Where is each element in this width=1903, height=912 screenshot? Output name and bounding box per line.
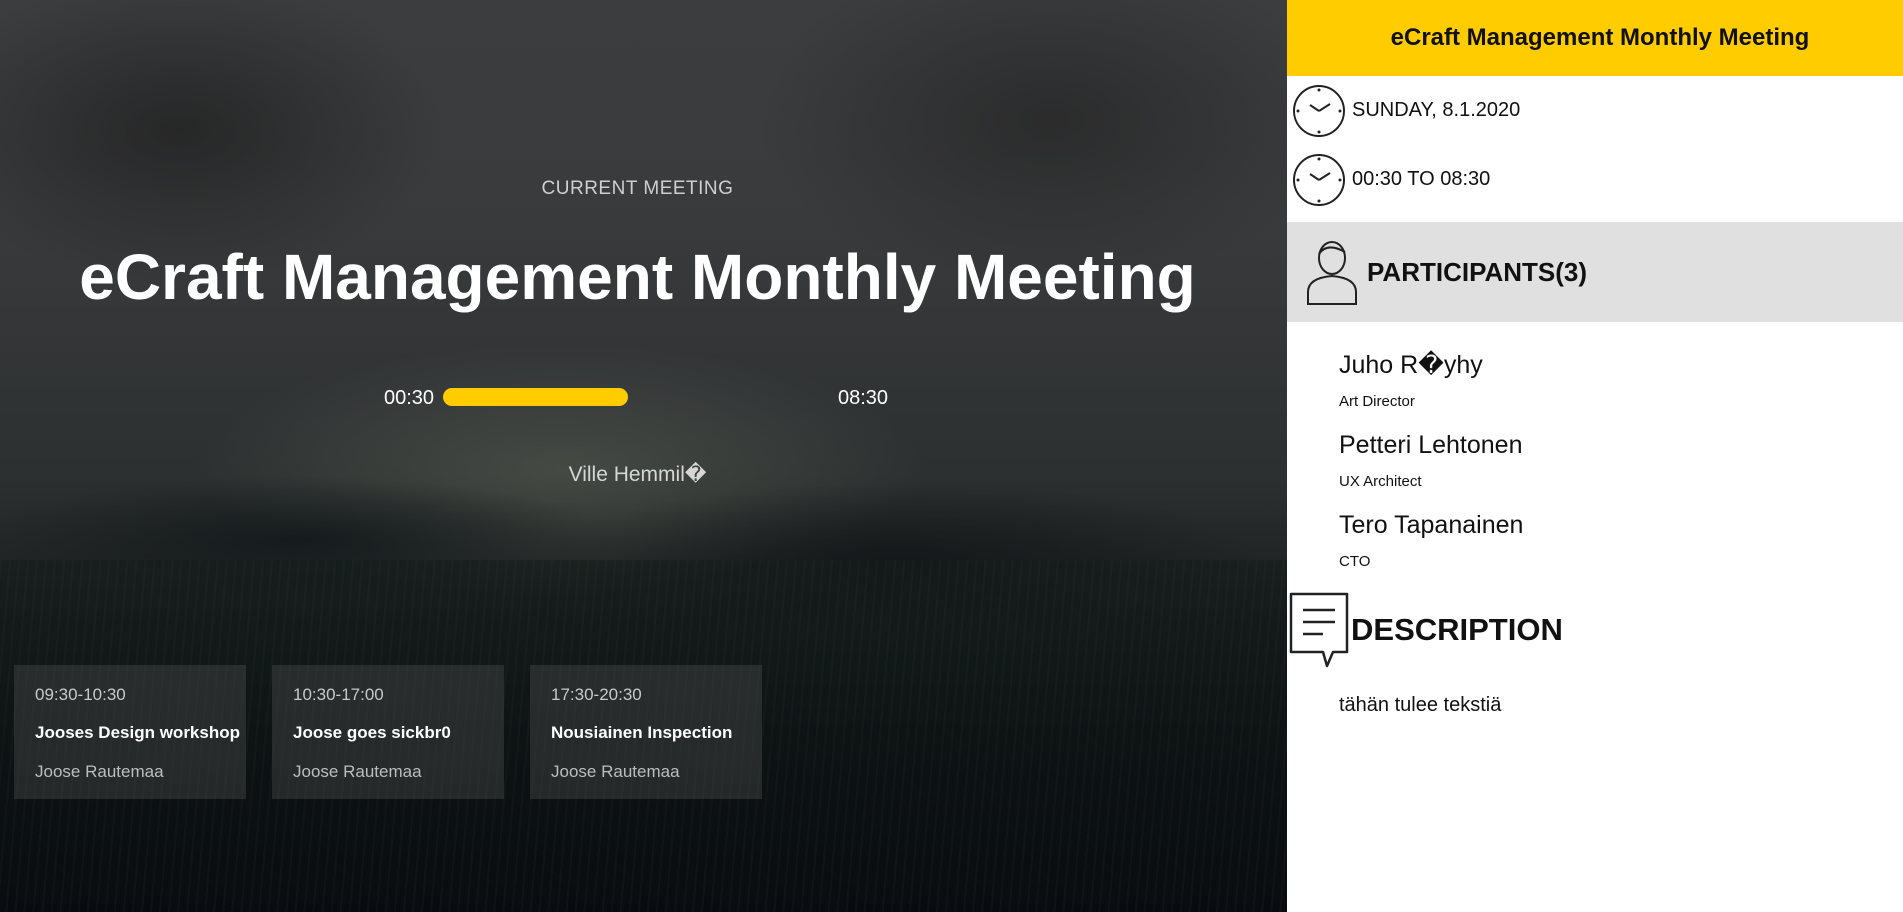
participant-name: Tero Tapanainen: [1339, 511, 1524, 539]
participants-list: Juho R�yhy Art Director Petteri Lehtonen…: [1287, 350, 1903, 570]
description-heading: DESCRIPTION: [1351, 612, 1563, 647]
participant-name: Juho R�yhy: [1339, 351, 1483, 379]
meeting-organizer: Ville Hemmil�: [568, 463, 707, 486]
upcoming-meeting-title: Jooses Design workshop: [35, 723, 240, 742]
meeting-date-row: SUNDAY, 8.1.2020: [1287, 76, 1903, 145]
description-text: tähän tulee tekstiä: [1339, 694, 1502, 716]
participants-header: PARTICIPANTS(3): [1287, 222, 1903, 322]
clock-icon: [1293, 84, 1345, 137]
meeting-end-time: 08:30: [838, 387, 889, 409]
participants-heading: PARTICIPANTS(3): [1367, 256, 1588, 287]
meeting-start-time: 00:30: [384, 387, 435, 409]
meeting-details-sidebar: eCraft Management Monthly Meeting SUNDAY…: [1287, 0, 1903, 912]
description-header: DESCRIPTION: [1287, 590, 1903, 670]
upcoming-meeting-owner: Joose Rautemaa: [551, 762, 680, 781]
upcoming-meeting-owner: Joose Rautemaa: [293, 762, 422, 781]
participant-item: Petteri Lehtonen UX Architect: [1339, 430, 1903, 490]
upcoming-meeting-card[interactable]: 10:30-17:00 Joose goes sickbr0 Joose Rau…: [272, 665, 504, 799]
meeting-progress-fill: [443, 388, 629, 406]
upcoming-meeting-card[interactable]: 09:30-10:30 Jooses Design workshop Joose…: [14, 665, 246, 799]
meeting-time-row: 00:30 TO 08:30: [1287, 145, 1903, 214]
upcoming-meeting-time: 09:30-10:30: [35, 685, 126, 704]
upcoming-meeting-title: Joose goes sickbr0: [293, 723, 451, 742]
sidebar-header: eCraft Management Monthly Meeting: [1287, 0, 1903, 76]
upcoming-meeting-time: 10:30-17:00: [293, 685, 384, 704]
meeting-progress-bar: [443, 388, 821, 406]
upcoming-meeting-time: 17:30-20:30: [551, 685, 642, 704]
upcoming-meeting-card[interactable]: 17:30-20:30 Nousiainen Inspection Joose …: [530, 665, 762, 799]
upcoming-meeting-owner: Joose Rautemaa: [35, 762, 164, 781]
participant-item: Juho R�yhy Art Director: [1339, 350, 1903, 410]
participant-role: CTO: [1339, 553, 1371, 570]
participant-role: UX Architect: [1339, 473, 1422, 490]
sidebar-meeting-title: eCraft Management Monthly Meeting: [1390, 24, 1810, 51]
current-meeting-panel: CURRENT MEETING eCraft Management Monthl…: [0, 0, 1287, 912]
participant-name: Petteri Lehtonen: [1339, 431, 1523, 459]
meeting-date: SUNDAY, 8.1.2020: [1352, 99, 1521, 121]
speech-bubble-icon: [1289, 592, 1349, 668]
meeting-time-range: 00:30 TO 08:30: [1352, 168, 1491, 190]
person-icon: [1307, 241, 1357, 305]
participant-role: Art Director: [1339, 393, 1415, 410]
upcoming-meetings-list: 09:30-10:30 Jooses Design workshop Joose…: [14, 665, 762, 799]
meeting-title: eCraft Management Monthly Meeting: [79, 241, 1196, 313]
clock-icon: [1293, 153, 1345, 206]
upcoming-meeting-title: Nousiainen Inspection: [551, 723, 733, 742]
participant-item: Tero Tapanainen CTO: [1339, 510, 1903, 570]
current-meeting-label: CURRENT MEETING: [541, 178, 734, 199]
